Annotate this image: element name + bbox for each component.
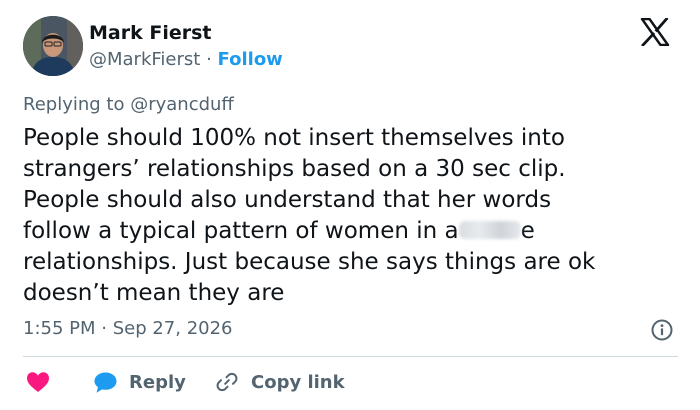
heart-icon [27, 372, 49, 392]
copy-link-button[interactable]: Copy link [215, 370, 345, 394]
copy-link-label: Copy link [251, 371, 345, 393]
tweet-line: doesn’t mean they are [23, 280, 285, 306]
like-button[interactable] [26, 370, 50, 394]
tweet-line: relationships. Just because she says thi… [23, 249, 596, 275]
author-handle-line: @MarkFierst · Follow [89, 49, 283, 70]
x-logo-icon[interactable] [640, 18, 670, 46]
replying-to-text: Replying to @ryancduff [23, 94, 234, 115]
divider [23, 356, 678, 357]
reply-button[interactable]: Reply [93, 370, 186, 394]
author-handle[interactable]: @MarkFierst [89, 49, 200, 70]
tweet-line: People should 100% not insert themselves… [23, 125, 565, 151]
speech-bubble-icon [94, 372, 117, 393]
follow-button[interactable]: Follow [218, 49, 283, 70]
tweet-line-start: follow a typical pattern of women in a [23, 218, 459, 244]
handle-separator: · [206, 49, 212, 70]
tweet-timestamp[interactable]: 1:55 PM · Sep 27, 2026 [23, 318, 233, 339]
tweet-text: People should 100% not insert themselves… [23, 123, 688, 309]
tweet-line: follow a typical pattern of women in a e [23, 216, 688, 247]
tweet-line: People should also understand that her w… [23, 187, 552, 213]
avatar-photo [23, 16, 83, 76]
link-icon [216, 372, 238, 392]
redaction-blur [458, 221, 521, 239]
avatar[interactable] [23, 16, 83, 76]
info-icon[interactable] [651, 319, 673, 341]
author-name[interactable]: Mark Fierst [89, 22, 212, 44]
tweet-line: strangers’ relationships based on a 30 s… [23, 156, 566, 182]
tweet-line-end: e [520, 218, 535, 244]
reply-label: Reply [129, 371, 186, 393]
